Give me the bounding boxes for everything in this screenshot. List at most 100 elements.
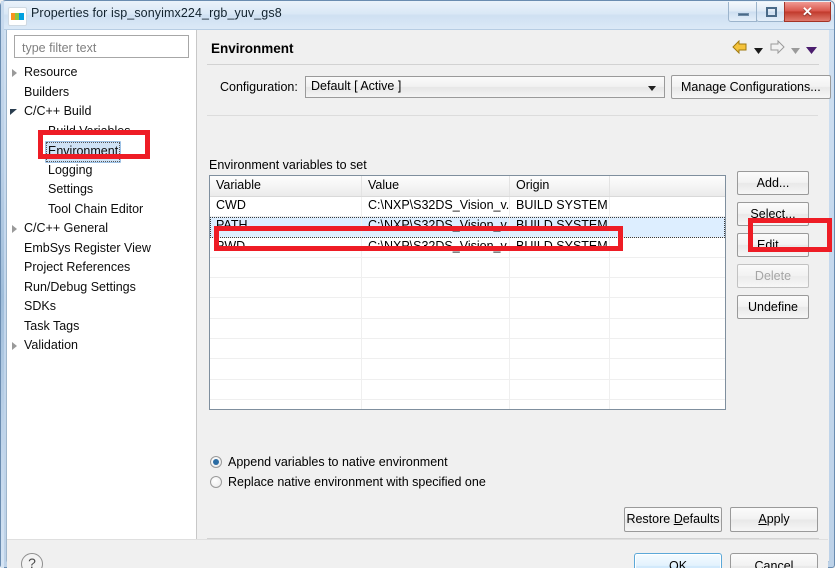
table-cell-variable: PATH xyxy=(210,217,362,237)
tree-expand-arrow-icon[interactable] xyxy=(8,102,20,121)
cancel-button[interactable]: Cancel xyxy=(730,553,818,568)
sidebar-item-label: EmbSys Register View xyxy=(24,240,151,255)
table-cell-variable: CWD xyxy=(210,197,362,217)
minimize-button[interactable] xyxy=(728,2,757,22)
replace-environment-radio-row[interactable]: Replace native environment with specifie… xyxy=(210,475,486,489)
forward-menu-chevron-down-icon[interactable] xyxy=(791,41,800,59)
add-button[interactable]: Add... xyxy=(737,171,809,195)
configuration-selected-value: Default [ Active ] xyxy=(311,79,402,93)
table-column-header[interactable]: Origin xyxy=(510,176,610,196)
tree-collapse-arrow-icon[interactable] xyxy=(8,219,20,238)
sidebar-item-resource[interactable]: Resource xyxy=(7,63,196,83)
back-menu-chevron-down-icon[interactable] xyxy=(754,41,763,59)
restore-defaults-button[interactable]: Restore Defaults xyxy=(624,507,722,532)
table-cell-empty xyxy=(510,257,610,278)
table-row-empty[interactable] xyxy=(210,278,725,299)
restore-defaults-pre: Restore xyxy=(626,512,674,526)
sidebar-item-validation[interactable]: Validation xyxy=(7,336,196,356)
window-controls: ✕ xyxy=(728,2,831,23)
table-row-empty[interactable] xyxy=(210,359,725,380)
sidebar-item-label: C/C++ General xyxy=(24,221,109,235)
configuration-select[interactable]: Default [ Active ] xyxy=(305,76,665,98)
sidebar-item-sdks[interactable]: SDKs xyxy=(7,297,196,317)
tree-collapse-arrow-icon[interactable] xyxy=(8,336,20,355)
filter-input[interactable] xyxy=(14,35,189,58)
table-cell-empty xyxy=(362,379,510,399)
table-cell-value: C:\NXP\S32DS_Vision_v... xyxy=(362,237,510,257)
table-cell-value: C:\NXP\S32DS_Vision_v... xyxy=(362,217,510,237)
table-cell-empty xyxy=(610,278,725,297)
sidebar-item-c-c-general[interactable]: C/C++ General xyxy=(7,219,196,239)
table-row[interactable]: PWD C:\NXP\S32DS_Vision_v... BUILD SYSTEM xyxy=(210,237,725,258)
sidebar-item-settings[interactable]: Settings xyxy=(7,180,196,200)
forward-arrow-icon[interactable] xyxy=(769,39,785,59)
sidebar-item-run-debug-settings[interactable]: Run/Debug Settings xyxy=(7,278,196,298)
sidebar-item-label: Logging xyxy=(48,162,93,177)
tree-collapse-arrow-icon[interactable] xyxy=(8,63,20,82)
table-row[interactable]: PATH C:\NXP\S32DS_Vision_v... BUILD SYSTEM xyxy=(210,217,725,238)
table-cell-origin: BUILD SYSTEM xyxy=(510,197,610,217)
back-arrow-icon[interactable] xyxy=(732,39,748,59)
table-row-empty[interactable] xyxy=(210,318,725,340)
select-button[interactable]: Select... xyxy=(737,202,809,226)
view-menu-chevron-down-icon[interactable] xyxy=(806,41,817,59)
chevron-down-icon xyxy=(648,86,656,91)
table-column-header[interactable]: Variable xyxy=(210,176,362,196)
sidebar-item-label: Builders xyxy=(24,84,70,99)
maximize-restore-button[interactable] xyxy=(756,2,785,22)
table-cell-empty xyxy=(610,319,725,338)
sidebar-item-build-variables[interactable]: Build Variables xyxy=(7,122,196,142)
sidebar-item-label: Task Tags xyxy=(24,318,80,333)
sidebar-item-tool-chain-editor[interactable]: Tool Chain Editor xyxy=(7,200,196,220)
close-button[interactable]: ✕ xyxy=(784,2,831,22)
table-body[interactable]: CWD C:\NXP\S32DS_Vision_v... BUILD SYSTEM P… xyxy=(210,197,725,409)
sidebar-item-logging[interactable]: Logging xyxy=(7,161,196,181)
sidebar-item-environment[interactable]: Environment xyxy=(7,141,196,163)
sidebar-item-label: Run/Debug Settings xyxy=(24,279,136,294)
sidebar-item-label: Resource xyxy=(24,65,78,79)
radio-indicator-append[interactable] xyxy=(210,456,222,468)
sidebar-item-label: SDKs xyxy=(24,299,56,313)
sidebar-item-label: Settings xyxy=(48,182,94,196)
help-icon[interactable]: ? xyxy=(21,553,43,568)
table-row-empty[interactable] xyxy=(210,298,725,319)
title-bar[interactable]: Properties for isp_sonyimx224_rgb_yuv_gs… xyxy=(1,1,834,30)
environment-variables-table[interactable]: Variable Value Origin CWD C:\NXP\S32DS_Visi… xyxy=(209,175,726,410)
table-column-header[interactable]: Value xyxy=(362,176,510,196)
page-title: Environment xyxy=(211,41,294,56)
table-row-empty[interactable] xyxy=(210,339,725,360)
edit-button[interactable]: Edit... xyxy=(737,233,809,257)
apply-button[interactable]: Apply xyxy=(730,507,818,532)
ok-button[interactable]: OK xyxy=(634,553,722,568)
table-row-empty[interactable] xyxy=(210,399,725,409)
restore-icon xyxy=(766,7,777,17)
sidebar-item-label: Environment xyxy=(45,141,122,163)
sidebar-item-task-tags[interactable]: Task Tags xyxy=(7,317,196,337)
table-row-empty[interactable] xyxy=(210,257,725,279)
table-column-header[interactable] xyxy=(610,176,725,196)
table-cell-empty xyxy=(362,318,510,339)
settings-tree[interactable]: Resource Builders C/C++ Build Build Variabl… xyxy=(7,63,196,561)
table-action-buttons: Add... Select... Edit... Delete Undefine xyxy=(737,171,811,326)
sidebar-item-embsys-register-view[interactable]: EmbSys Register View xyxy=(7,239,196,259)
table-caption: Environment variables to set xyxy=(209,158,367,172)
sidebar-item-label: Validation xyxy=(24,338,78,352)
sidebar-item-builders[interactable]: Builders xyxy=(7,83,196,103)
table-row[interactable]: CWD C:\NXP\S32DS_Vision_v... BUILD SYSTEM xyxy=(210,197,725,218)
sidebar-item-c-c-build[interactable]: C/C++ Build xyxy=(7,102,196,122)
window-title: Properties for isp_sonyimx224_rgb_yuv_gs… xyxy=(31,6,282,20)
table-cell-empty xyxy=(210,298,362,318)
dialog-client-area: Resource Builders C/C++ Build Build Variabl… xyxy=(6,30,831,568)
table-row-empty[interactable] xyxy=(210,379,725,400)
dialog-footer: ? OK Cancel xyxy=(7,539,828,568)
sidebar-item-project-references[interactable]: Project References xyxy=(7,258,196,278)
manage-configurations-button[interactable]: Manage Configurations... xyxy=(671,75,831,99)
table-cell-empty xyxy=(610,359,725,378)
radio-indicator-replace[interactable] xyxy=(210,476,222,488)
append-variables-radio-row[interactable]: Append variables to native environment xyxy=(210,455,448,469)
table-cell-empty xyxy=(510,298,610,318)
table-cell-empty xyxy=(610,298,725,317)
undefine-button[interactable]: Undefine xyxy=(737,295,809,319)
table-header-row: Variable Value Origin xyxy=(210,176,725,197)
window-left-edge xyxy=(1,1,4,568)
